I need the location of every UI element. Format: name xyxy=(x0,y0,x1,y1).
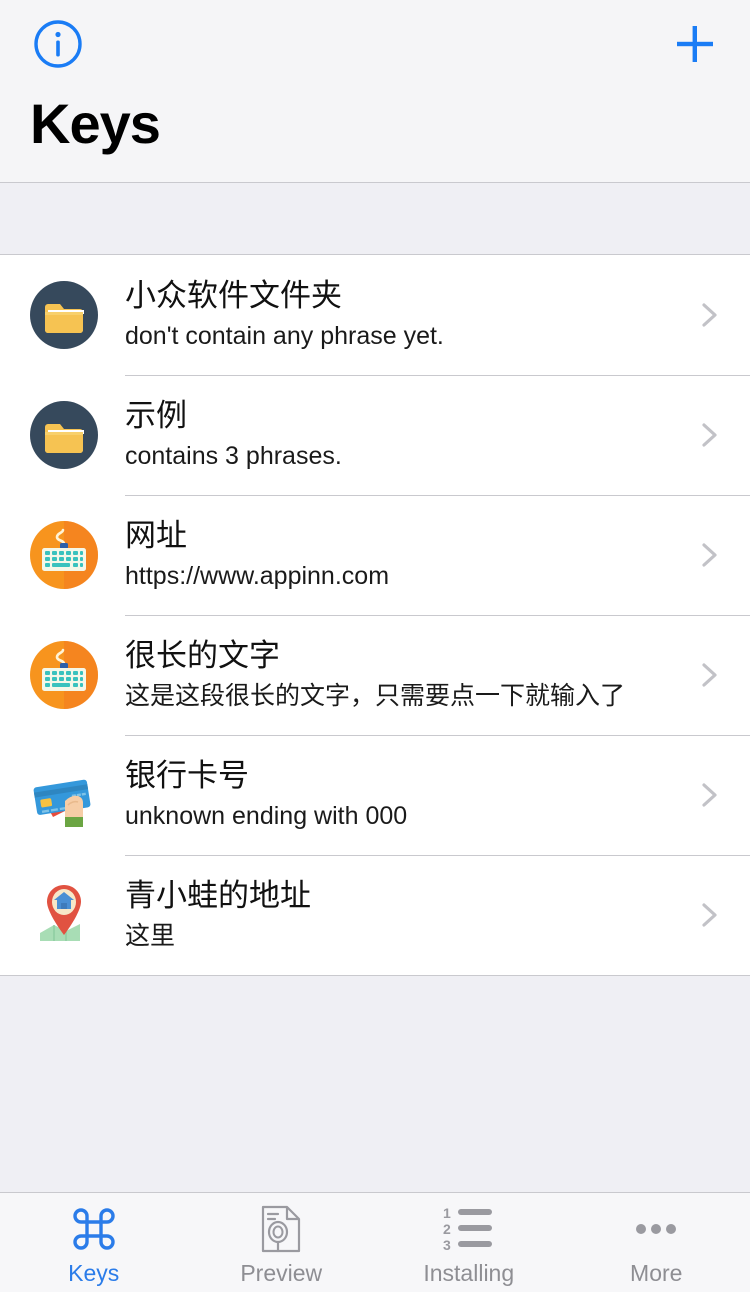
list-item-text: 银行卡号 unknown ending with 000 xyxy=(125,758,682,832)
chevron-right-icon xyxy=(702,423,717,447)
list-item-text: 示例 contains 3 phrases. xyxy=(125,398,682,472)
tab-label: More xyxy=(630,1259,683,1286)
map-pin-icon xyxy=(28,879,100,951)
keys-list: 小众软件文件夹 don't contain any phrase yet. 示例 xyxy=(0,255,750,976)
list-item[interactable]: 青小蛙的地址 这里 xyxy=(0,855,750,975)
list-item-subtitle: https://www.appinn.com xyxy=(125,561,390,590)
list-item-title: 青小蛙的地址 xyxy=(125,878,311,914)
keyboard-icon xyxy=(28,639,100,711)
svg-text:1: 1 xyxy=(443,1205,451,1221)
tab-more[interactable]: More xyxy=(563,1193,750,1292)
empty-list-area xyxy=(0,976,750,1192)
list-item[interactable]: 网址 https://www.appinn.com xyxy=(0,495,750,615)
list-item[interactable]: 银行卡号 unknown ending with 000 xyxy=(0,735,750,855)
navigation-bar: Keys xyxy=(0,0,750,183)
list-item[interactable]: 小众软件文件夹 don't contain any phrase yet. xyxy=(0,255,750,375)
list-item-title: 网址 xyxy=(125,518,187,554)
ellipsis-icon xyxy=(628,1205,684,1253)
command-icon xyxy=(69,1205,119,1253)
tab-bar: Keys Preview 1 2 3 Installing More xyxy=(0,1192,750,1292)
list-item[interactable]: 很长的文字 这是这段很长的文字，只需要点一下就输入了 xyxy=(0,615,750,735)
list-item-subtitle: contains 3 phrases. xyxy=(125,441,342,470)
list-item-subtitle: 这里 xyxy=(125,921,176,950)
list-item-subtitle: don't contain any phrase yet. xyxy=(125,321,444,350)
page-title: Keys xyxy=(30,92,161,155)
folder-icon xyxy=(28,279,100,351)
list-item-text: 小众软件文件夹 don't contain any phrase yet. xyxy=(125,278,682,352)
chevron-right-icon xyxy=(702,903,717,927)
list-item-subtitle: unknown ending with 000 xyxy=(125,801,408,830)
list-item-text: 很长的文字 这是这段很长的文字，只需要点一下就输入了 xyxy=(125,638,682,712)
svg-text:3: 3 xyxy=(443,1237,451,1253)
add-button[interactable] xyxy=(667,16,723,72)
chevron-right-icon xyxy=(702,543,717,567)
chevron-right-icon xyxy=(702,783,717,807)
app-screen: Keys 小众软件文件夹 don't contain any phrase ye… xyxy=(0,0,750,1292)
chevron-right-icon xyxy=(702,303,717,327)
list-item-title: 示例 xyxy=(125,398,187,434)
document-search-icon xyxy=(258,1205,304,1253)
numbered-list-icon: 1 2 3 xyxy=(441,1205,497,1253)
list-item-text: 网址 https://www.appinn.com xyxy=(125,518,682,592)
tab-preview[interactable]: Preview xyxy=(188,1193,376,1292)
tab-installing[interactable]: 1 2 3 Installing xyxy=(375,1193,563,1292)
keyboard-icon xyxy=(28,519,100,591)
svg-text:2: 2 xyxy=(443,1221,451,1237)
list-item-title: 小众软件文件夹 xyxy=(125,278,342,314)
list-item-text: 青小蛙的地址 这里 xyxy=(125,878,682,952)
section-header-band xyxy=(0,183,750,255)
info-icon xyxy=(34,20,82,68)
list-item-title: 银行卡号 xyxy=(125,758,249,794)
tab-label: Preview xyxy=(240,1259,323,1286)
tab-label: Keys xyxy=(68,1259,120,1286)
tab-keys[interactable]: Keys xyxy=(0,1193,188,1292)
credit-card-icon xyxy=(28,759,100,831)
info-button[interactable] xyxy=(30,16,86,72)
folder-icon xyxy=(28,399,100,471)
list-item-subtitle: 这是这段很长的文字，只需要点一下就输入了 xyxy=(125,681,626,710)
plus-icon xyxy=(677,26,713,62)
list-item[interactable]: 示例 contains 3 phrases. xyxy=(0,375,750,495)
tab-label: Installing xyxy=(423,1259,515,1286)
list-item-title: 很长的文字 xyxy=(125,638,280,674)
chevron-right-icon xyxy=(702,663,717,687)
